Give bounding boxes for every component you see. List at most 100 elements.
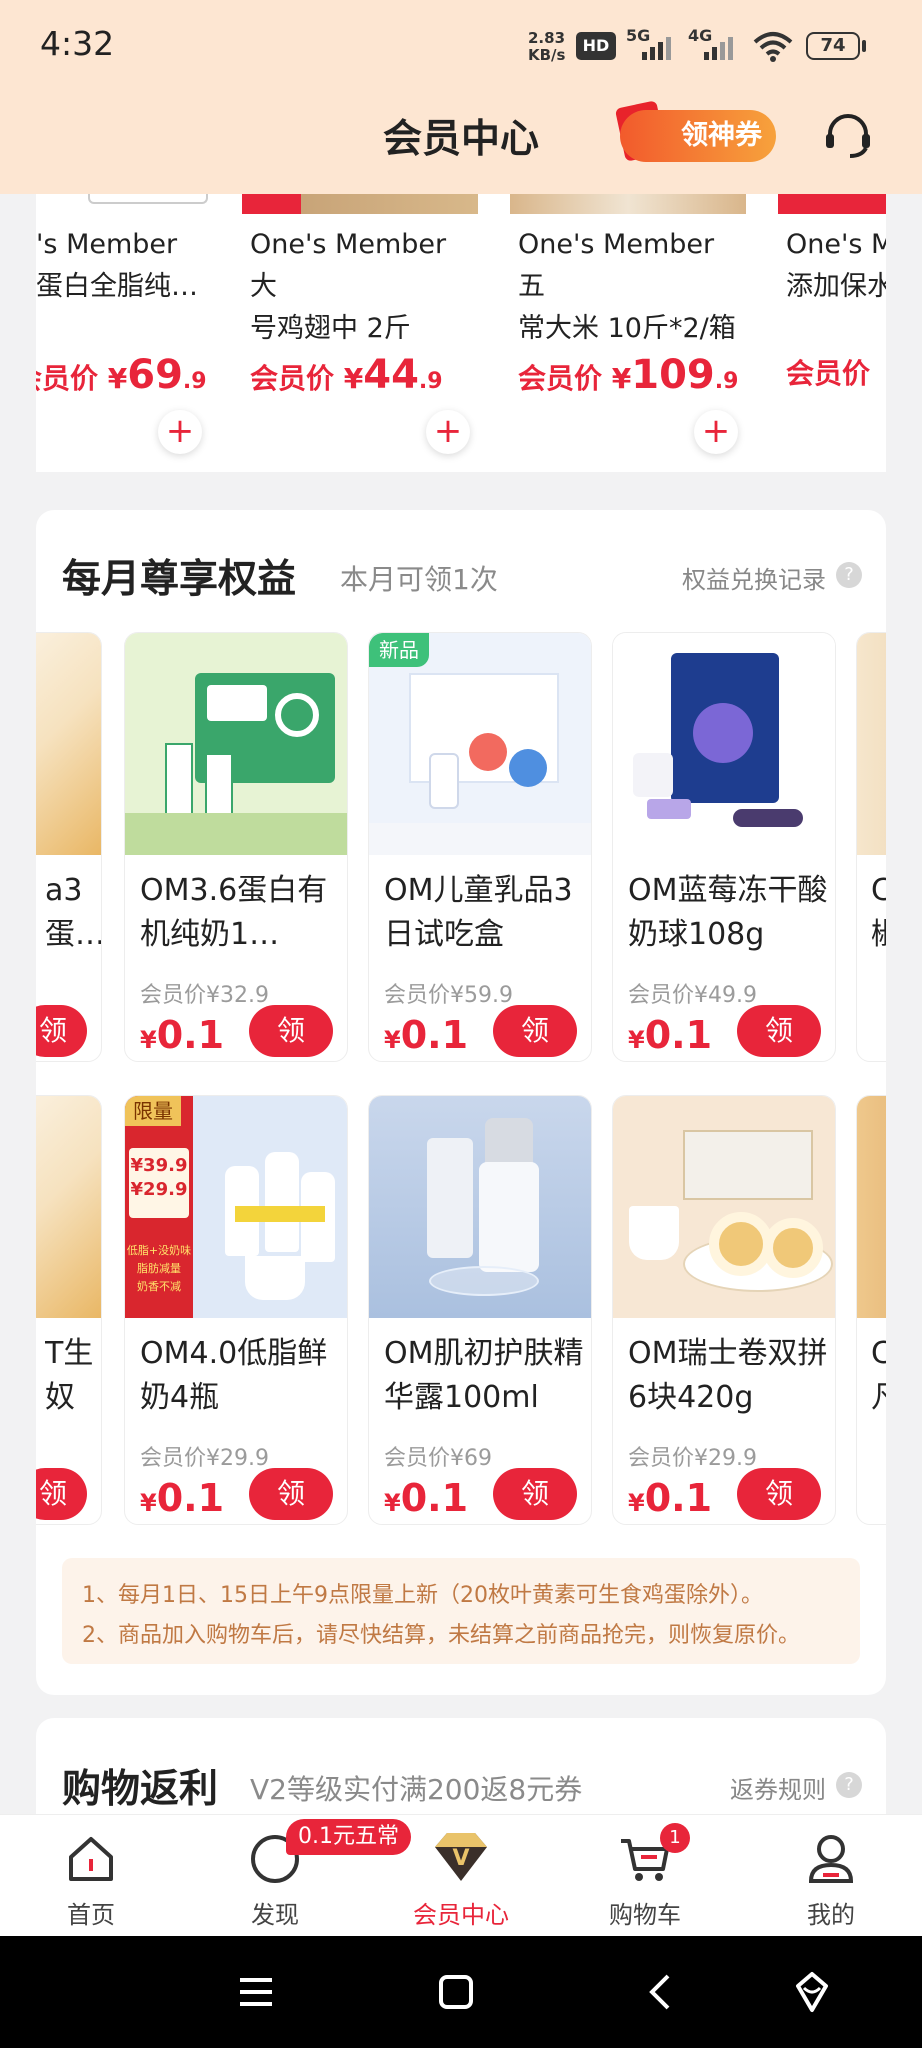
member-price: 会员价¥29.9 [628, 1446, 757, 1471]
benefit-card[interactable]: C 椒 [856, 632, 886, 1062]
member-price: 会员价¥29.9 [140, 1446, 269, 1471]
product-card[interactable]: 's Member 蛋白全脂纯… 会员价 ¥69.9 [36, 194, 264, 472]
get-button[interactable]: 领 [249, 1468, 333, 1520]
special-price: ¥0.1 [384, 1013, 469, 1057]
battery-tip [862, 40, 866, 52]
benefit-card[interactable]: OM瑞士卷双拼6块420g 会员价¥29.9 ¥0.1 领 [612, 1095, 836, 1525]
get-button[interactable]: 领 [36, 1005, 87, 1057]
new-tag: 新品 [369, 633, 429, 667]
nav-label: 购物车 [609, 1901, 681, 1929]
member-price: 会员价 ¥44.9 [250, 352, 443, 398]
nav-item-member-center[interactable]: V 会员中心 [386, 1815, 536, 1937]
poster-price: ¥39.9 [130, 1155, 188, 1176]
product-image [613, 633, 835, 855]
get-button[interactable]: 领 [737, 1005, 821, 1057]
product-name: a3 蛋… [45, 873, 102, 952]
product-name: OM肌初护肤精华露100ml [384, 1336, 584, 1415]
net-speed: 2.83 KB/s [528, 29, 566, 64]
product-name: C 椒 [871, 869, 886, 959]
special-price: ¥0.1 [628, 1476, 713, 1520]
benefit-card[interactable]: OM蓝莓冻干酸奶球108g 会员价¥49.9 ¥0.1 领 [612, 632, 836, 1062]
product-card[interactable]: One's M 添加保水 会员价 [778, 194, 886, 472]
status-time: 4:32 [40, 24, 115, 63]
wifi-icon [753, 32, 793, 62]
special-price: ¥0.1 [384, 1476, 469, 1520]
member-price: 会员价¥69 [384, 1446, 492, 1471]
nav-item-mine[interactable]: 我的 [756, 1815, 906, 1937]
special-price: ¥0.1 [628, 1013, 713, 1057]
nav-label: 首页 [67, 1901, 115, 1929]
poster-text: 低脂+没奶味 [126, 1244, 192, 1257]
benefit-card[interactable]: T生 奴 领 [36, 1095, 102, 1525]
member-price: 会员价¥59.9 [384, 983, 513, 1008]
nav-label: 会员中心 [413, 1901, 509, 1929]
benefit-notes: 1、每月1日、15日上午9点限量上新（20枚叶黄素可生食鸡蛋除外）。 2、商品加… [62, 1558, 860, 1664]
benefit-card[interactable]: 新品 OM儿童乳品3日试吃盒 会员价¥59.9 ¥0.1 领 [368, 632, 592, 1062]
nav-item-cart[interactable]: 购物车 [570, 1815, 720, 1937]
get-button[interactable]: 领 [36, 1468, 87, 1520]
benefit-card[interactable]: C 凡 [856, 1095, 886, 1525]
hd-icon: HD [576, 32, 616, 60]
section-subtitle: 本月可领1次 [340, 563, 498, 596]
home-icon [69, 1837, 113, 1881]
monthly-benefits-section: 每月尊享权益 本月可领1次 权益兑换记录 ? a3 蛋… 领 OM3.6蛋白有机… [36, 510, 886, 1695]
member-price: 会员价 [786, 357, 871, 390]
get-button[interactable]: 领 [493, 1005, 577, 1057]
get-button[interactable]: 领 [737, 1468, 821, 1520]
system-navigation-bar [0, 1936, 922, 2048]
add-to-cart-button[interactable]: + [426, 410, 470, 454]
vip-diamond-icon: V [435, 1833, 487, 1881]
poster-text: 奶香不减 [137, 1280, 181, 1293]
svg-text:V: V [452, 1846, 469, 1871]
battery-icon: 74 [806, 32, 860, 60]
shopping-rebate-section: 购物返利 V2等级实付满200返8元券 返券规则 ? [36, 1718, 886, 1818]
header: 4:32 2.83 KB/s HD 5G 4G 74 会员中心 领神券 [0, 0, 922, 194]
bottom-navigation: 首页 发现 0.1元五常 V 会员中心 购物车 1 我的 [0, 1814, 922, 1936]
limited-tag: 限量 [125, 1096, 181, 1126]
note-line: 2、商品加入购物车后，请尽快结算，未结算之前商品抢完，则恢复原价。 [82, 1623, 800, 1648]
product-name: C 凡 [871, 1332, 886, 1422]
benefit-card[interactable]: OM肌初护肤精华露100ml 会员价¥69 ¥0.1 领 [368, 1095, 592, 1525]
product-name: T生 奴 [45, 1336, 94, 1415]
customer-service-icon[interactable] [822, 110, 874, 162]
add-to-cart-button[interactable]: + [158, 410, 202, 454]
special-price: ¥0.1 [140, 1476, 225, 1520]
home-square-icon[interactable] [436, 1972, 476, 2012]
product-name: OM瑞士卷双拼6块420g [628, 1336, 828, 1415]
add-to-cart-button[interactable]: + [694, 410, 738, 454]
get-button[interactable]: 领 [493, 1468, 577, 1520]
member-price: 会员价 ¥69.9 [36, 352, 207, 398]
back-icon[interactable] [640, 1972, 680, 2012]
product-name: One's Member 大 号鸡翅中 2斤 [250, 229, 447, 344]
product-name: One's M 添加保水 [786, 229, 886, 302]
page-title: 会员中心 [382, 117, 539, 162]
help-icon[interactable]: ? [836, 562, 862, 588]
member-price: 会员价¥32.9 [140, 983, 269, 1008]
benefit-card[interactable]: OM3.6蛋白有机纯奶1… 会员价¥32.9 ¥0.1 领 [124, 632, 348, 1062]
assistant-icon[interactable] [792, 1970, 832, 2014]
menu-icon[interactable] [236, 1972, 276, 2012]
nav-item-home[interactable]: 首页 [16, 1815, 166, 1937]
benefit-card[interactable]: ¥39.9 ¥29.9 低脂+没奶味 脂肪减量 奶香不减 限量 OM4.0低脂鲜奶4瓶… [124, 1095, 348, 1525]
signal-icon [642, 37, 671, 60]
nav-label: 发现 [251, 1901, 299, 1929]
product-name: One's Member 五 常大米 10斤*2/箱 [518, 229, 736, 344]
rebate-rule-link[interactable]: 返券规则 [730, 1770, 826, 1805]
poster-price: ¥29.9 [130, 1179, 188, 1200]
signal-icon [704, 37, 733, 60]
coupon-button[interactable]: 领神券 [620, 110, 776, 162]
section-title: 每月尊享权益 [62, 557, 297, 602]
help-icon[interactable]: ? [836, 1772, 862, 1798]
section-subtitle: V2等级实付满200返8元券 [250, 1773, 583, 1806]
product-image: ¥39.9 ¥29.9 低脂+没奶味 脂肪减量 奶香不减 [125, 1096, 347, 1318]
get-button[interactable]: 领 [249, 1005, 333, 1057]
benefit-record-link[interactable]: 权益兑换记录 [682, 560, 826, 595]
product-name: OM4.0低脂鲜奶4瓶 [140, 1336, 328, 1415]
special-price: ¥0.1 [140, 1013, 225, 1057]
top-product-carousel[interactable]: 's Member 蛋白全脂纯… 会员价 ¥69.9 + One's Membe… [36, 194, 886, 472]
product-image [125, 633, 347, 855]
benefit-card[interactable]: a3 蛋… 领 [36, 632, 102, 1062]
product-name: OM3.6蛋白有机纯奶1… [140, 873, 328, 952]
note-line: 1、每月1日、15日上午9点限量上新（20枚叶黄素可生食鸡蛋除外）。 [82, 1583, 763, 1608]
product-name: 's Member 蛋白全脂纯… [36, 229, 198, 302]
